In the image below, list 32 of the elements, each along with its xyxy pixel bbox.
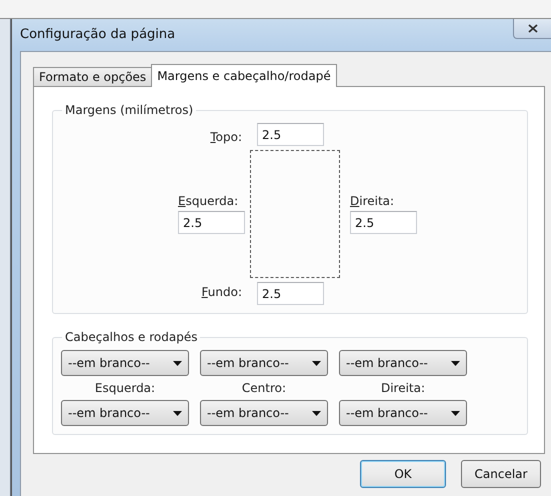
dialog-button[interactable]: OK bbox=[360, 460, 446, 488]
left-margin-field[interactable]: 2.5 bbox=[178, 211, 245, 234]
column-label: Direita: bbox=[380, 381, 426, 395]
dialog-button[interactable]: Cancelar bbox=[461, 460, 541, 488]
field-label: Esquerda: bbox=[178, 194, 240, 208]
tab[interactable]: Margens e cabeçalho/rodapé bbox=[151, 64, 337, 87]
close-button[interactable] bbox=[513, 19, 551, 39]
footer-dropdown[interactable]: --em branco-- bbox=[339, 400, 467, 426]
footer-dropdown[interactable]: --em branco-- bbox=[200, 400, 328, 426]
caret-icon bbox=[312, 360, 321, 366]
column-label: Esquerda: bbox=[94, 381, 156, 395]
column-label: Centro: bbox=[240, 381, 288, 395]
header-dropdown[interactable]: --em branco-- bbox=[61, 350, 189, 376]
caret-icon bbox=[451, 410, 460, 416]
field-label: Fundo: bbox=[202, 284, 242, 298]
field-label: Topo: bbox=[210, 130, 242, 144]
caret-icon bbox=[173, 360, 182, 366]
footer-dropdown[interactable]: --em branco-- bbox=[61, 400, 189, 426]
group-title: Margens (milímetros) bbox=[64, 103, 194, 117]
group-title: Cabeçalhos e rodapés bbox=[64, 330, 198, 344]
top-margin-field[interactable]: 2.5 bbox=[257, 123, 324, 146]
header-dropdown[interactable]: --em branco-- bbox=[200, 350, 328, 376]
caret-icon bbox=[173, 410, 182, 416]
right-margin-field[interactable]: 2.5 bbox=[350, 211, 417, 234]
window-title: Configuração da página bbox=[20, 27, 176, 42]
caret-icon bbox=[451, 360, 460, 366]
bottom-margin-field[interactable]: 2.5 bbox=[257, 282, 324, 305]
caret-icon bbox=[312, 410, 321, 416]
close-icon bbox=[528, 24, 538, 33]
field-label: Direita: bbox=[350, 194, 396, 208]
header-dropdown[interactable]: --em branco-- bbox=[339, 350, 467, 376]
tab[interactable]: Formato e opções bbox=[33, 67, 152, 87]
